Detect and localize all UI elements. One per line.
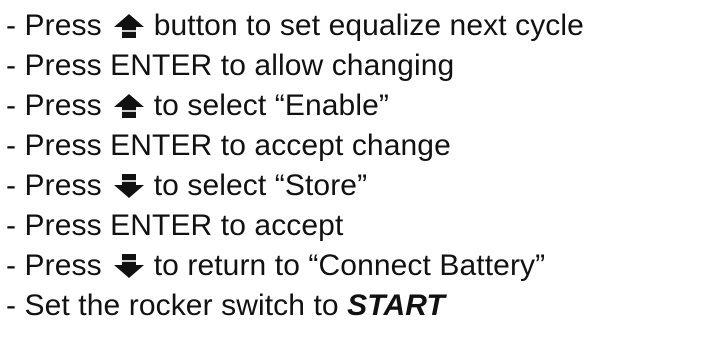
down-arrow-icon xyxy=(111,251,147,281)
step-6: - Press ENTER to accept xyxy=(6,206,711,246)
step-text: - Press xyxy=(6,169,102,202)
step-text: button to set equalize next cycle xyxy=(153,9,584,42)
step-text: - Press xyxy=(6,89,102,122)
step-3: - Press to select “Enable” xyxy=(6,86,711,126)
step-text: - Press ENTER to accept xyxy=(6,209,344,242)
step-text: - Press xyxy=(6,9,102,42)
step-text: - Press ENTER to accept change xyxy=(6,129,451,162)
step-2: - Press ENTER to allow changing xyxy=(6,46,711,86)
step-1: - Press button to set equalize next cycl… xyxy=(6,6,711,46)
step-text: to return to “Connect Battery” xyxy=(153,249,546,282)
up-arrow-icon xyxy=(111,91,147,121)
instruction-list: - Press button to set equalize next cycl… xyxy=(6,0,711,326)
step-text: - Press xyxy=(6,249,102,282)
step-text: to select “Enable” xyxy=(153,89,389,122)
down-arrow-icon xyxy=(111,171,147,201)
step-8: - Set the rocker switch to START xyxy=(6,286,711,326)
step-text: - Set the rocker switch to xyxy=(6,289,339,322)
start-emphasis: START xyxy=(347,289,445,322)
step-7: - Press to return to “Connect Battery” xyxy=(6,246,711,286)
step-5: - Press to select “Store” xyxy=(6,166,711,206)
step-text: - Press ENTER to allow changing xyxy=(6,49,455,82)
step-4: - Press ENTER to accept change xyxy=(6,126,711,166)
step-text: to select “Store” xyxy=(153,169,368,202)
up-arrow-icon xyxy=(111,11,147,41)
